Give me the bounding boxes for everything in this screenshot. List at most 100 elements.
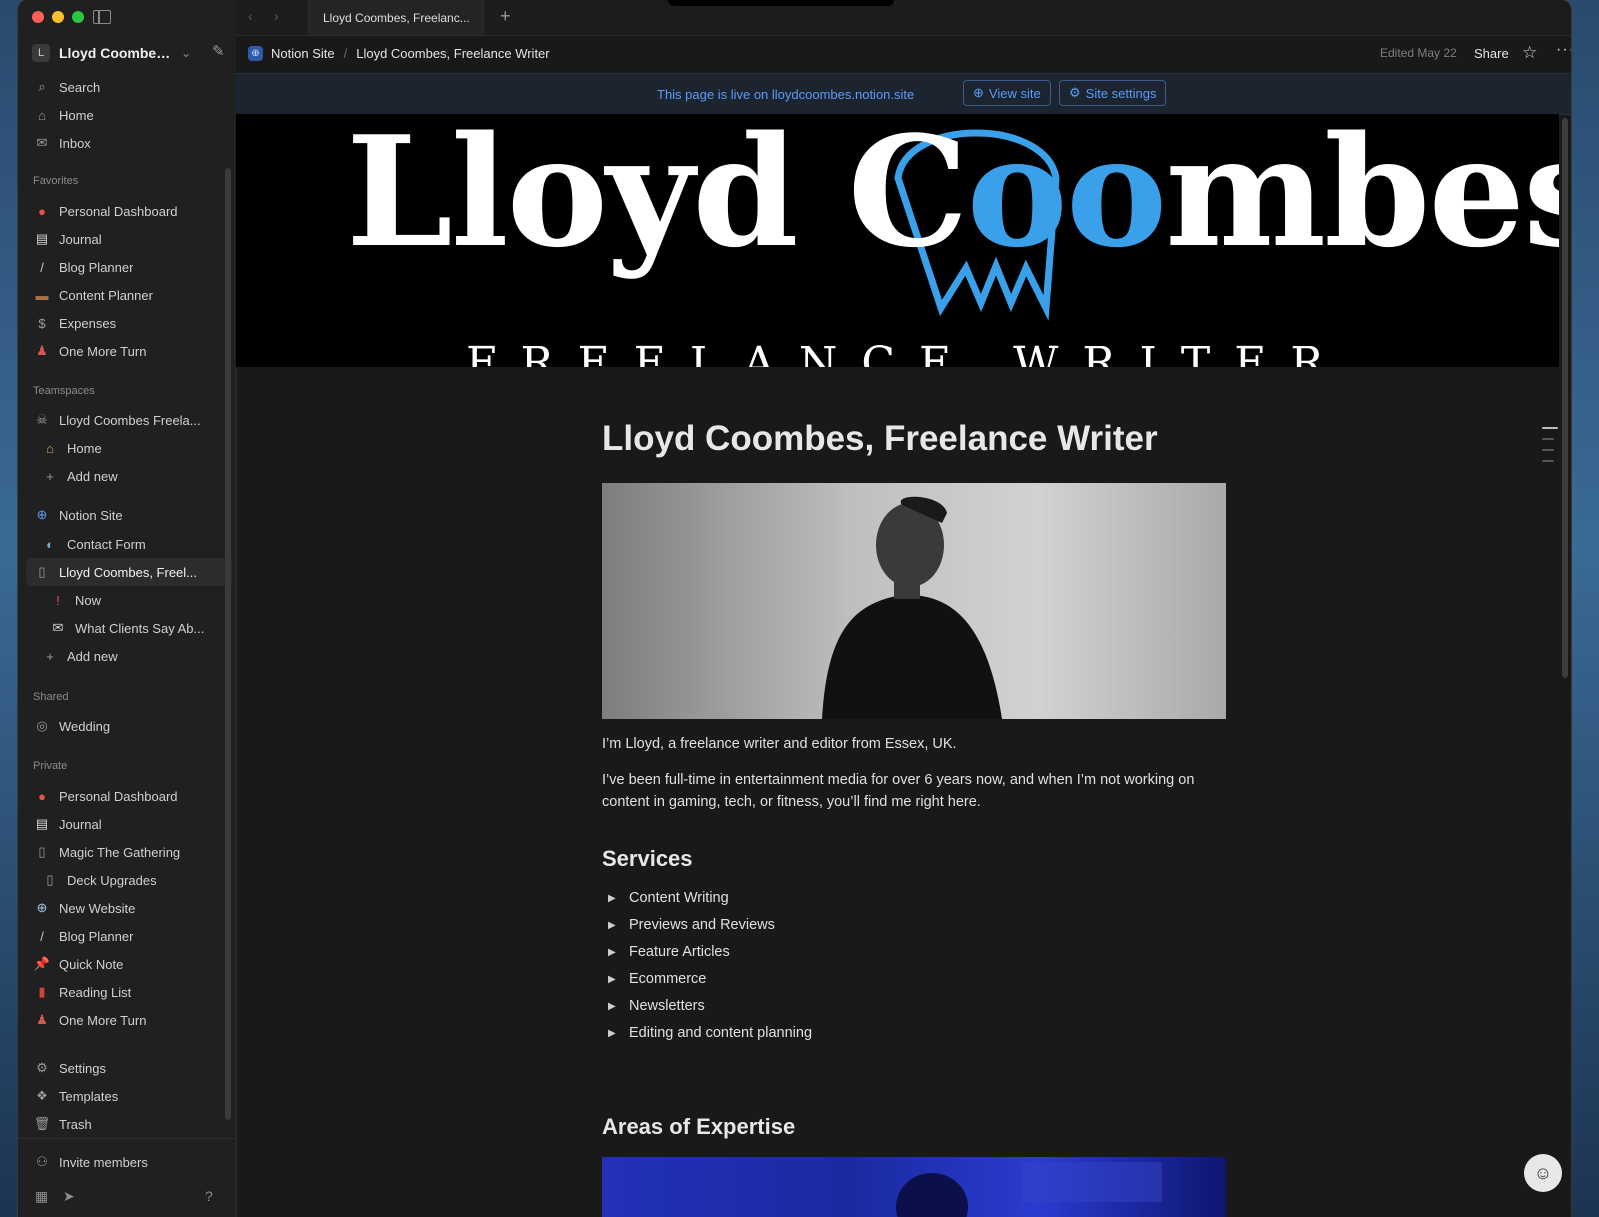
view-site-button[interactable]: ⊕ View site [963, 80, 1051, 106]
expertise-photo[interactable] [602, 1157, 1226, 1217]
sidebar-item-team-home[interactable]: ⌂ Home [40, 434, 236, 462]
intro-paragraph[interactable]: I’m Lloyd, a freelance writer and editor… [602, 733, 1226, 755]
toggle-item[interactable]: ▶ Newsletters [608, 995, 705, 1017]
minimize-window-button[interactable] [52, 11, 64, 23]
sidebar-scrollbar[interactable] [225, 168, 231, 1120]
templates-icon: ❖ [36, 1088, 48, 1103]
ai-assistant-button[interactable]: ☺ [1524, 1154, 1562, 1192]
sidebar-item-label: Inbox [59, 135, 91, 151]
site-settings-button[interactable]: ⚙ Site settings [1059, 80, 1167, 106]
sidebar-item-trash[interactable]: 🗑 Trash [32, 1110, 228, 1138]
send-icon[interactable]: ➤ [63, 1188, 75, 1205]
sidebar-item-label: Deck Upgrades [67, 872, 157, 888]
sidebar-item-contact-form[interactable]: ◐ Contact Form [40, 530, 236, 558]
sidebar-item-label: Reading List [59, 984, 132, 1000]
sidebar-toggle-icon[interactable] [93, 10, 111, 24]
back-arrow-icon[interactable]: ‹ [248, 8, 253, 24]
toggle-item[interactable]: ▶ Editing and content planning [608, 1022, 812, 1044]
sidebar-item-templates[interactable]: ❖ Templates [32, 1082, 228, 1110]
invite-members-button[interactable]: ⚇ Invite members [32, 1148, 228, 1176]
new-page-icon[interactable]: ✎ [212, 44, 228, 60]
toggle-label: Content Writing [629, 890, 729, 906]
sidebar-item-notion-site[interactable]: ⊕ Notion Site [32, 501, 228, 529]
sidebar-item-one-more-turn-private[interactable]: ♟ One More Turn [32, 1006, 228, 1034]
sidebar-item-reading-list[interactable]: ▮ Reading List [32, 978, 228, 1006]
sidebar-item-label: Quick Note [59, 956, 124, 972]
services-heading[interactable]: Services [602, 846, 693, 872]
toggle-item[interactable]: ▶ Ecommerce [608, 968, 706, 990]
table-of-contents-minimap[interactable] [1542, 427, 1558, 471]
toggle-arrow-icon[interactable]: ▶ [608, 974, 618, 985]
sidebar-item-label: Templates [59, 1088, 119, 1104]
toggle-arrow-icon[interactable]: ▶ [608, 947, 618, 958]
sidebar-item-teamspace[interactable]: ☠ Lloyd Coombes Freela... [32, 406, 228, 434]
share-button[interactable]: Share [1474, 46, 1509, 61]
toggle-arrow-icon[interactable]: ▶ [608, 920, 618, 931]
siren-icon: ● [38, 788, 46, 804]
sidebar-item-home[interactable]: ⌂ Home [32, 101, 228, 129]
invite-members-label: Invite members [59, 1154, 148, 1170]
pen-icon: / [40, 259, 44, 275]
sidebar-item-deck-upgrades[interactable]: ▯ Deck Upgrades [40, 866, 236, 894]
sidebar-item-one-more-turn[interactable]: ♟ One More Turn [32, 337, 228, 365]
toggle-item[interactable]: ▶ Content Writing [608, 887, 729, 909]
breadcrumb-page[interactable]: Lloyd Coombes, Freelance Writer [356, 46, 549, 61]
sidebar-item-label: Journal [59, 816, 102, 832]
sidebar-item-label: One More Turn [59, 1012, 147, 1028]
ai-face-icon: ☺ [1533, 1162, 1553, 1183]
sidebar-item-search[interactable]: ⌕ Search [32, 73, 228, 101]
sidebar-item-expenses[interactable]: $ Expenses [32, 309, 228, 337]
toggle-arrow-icon[interactable]: ▶ [608, 1001, 618, 1012]
profile-photo[interactable] [602, 483, 1226, 719]
breadcrumb-site[interactable]: Notion Site [271, 46, 335, 61]
sidebar-item-freelance-writer[interactable]: ▯ Lloyd Coombes, Freel... [26, 558, 232, 586]
calendar-icon: ▤ [35, 816, 49, 831]
gear-icon: ⚙ [1069, 85, 1081, 100]
sidebar-item-content-planner[interactable]: ▬ Content Planner [32, 281, 228, 309]
page-title[interactable]: Lloyd Coombes, Freelance Writer [602, 419, 1158, 459]
content-scrollbar[interactable] [1562, 118, 1568, 678]
sidebar-item-wedding[interactable]: ◎ Wedding [32, 712, 228, 740]
sidebar-item-what-clients-say[interactable]: ✉ What Clients Say Ab... [48, 614, 228, 642]
app-window: L Lloyd Coombes's... ⌄ ✎ ⌕ Search ⌂ Home… [18, 0, 1571, 1217]
sidebar-item-label: Search [59, 79, 101, 95]
sidebar-item-now[interactable]: ! Now [48, 586, 244, 614]
toggle-item[interactable]: ▶ Previews and Reviews [608, 914, 775, 936]
zoom-window-button[interactable] [72, 11, 84, 23]
teamspaces-header: Teamspaces [33, 385, 95, 397]
site-settings-label: Site settings [1085, 85, 1157, 101]
sidebar-item-label: Home [67, 440, 102, 456]
new-tab-icon[interactable]: + [500, 6, 511, 27]
toggle-item[interactable]: ▶ Feature Articles [608, 941, 730, 963]
forward-arrow-icon[interactable]: › [274, 8, 279, 24]
sidebar-item-journal[interactable]: ▤ Journal [32, 225, 228, 253]
more-options-icon[interactable]: ··· [1556, 41, 1571, 59]
sidebar-item-add-new[interactable]: + Add new [40, 462, 236, 490]
sidebar-item-journal-private[interactable]: ▤ Journal [32, 810, 228, 838]
toggle-arrow-icon[interactable]: ▶ [608, 1028, 618, 1039]
ring-icon: ◎ [36, 718, 48, 733]
sidebar-item-personal-dashboard[interactable]: ● Personal Dashboard [32, 197, 228, 225]
tab-current-page[interactable]: Lloyd Coombes, Freelanc... [308, 0, 484, 35]
sidebar-item-magic-the-gathering[interactable]: ▯ Magic The Gathering [32, 838, 228, 866]
star-icon[interactable]: ☆ [1522, 43, 1537, 63]
calendar-app-icon[interactable]: ▦ [35, 1188, 48, 1205]
sidebar-item-label: Personal Dashboard [59, 788, 178, 804]
sidebar-item-blog-planner[interactable]: / Blog Planner [32, 253, 228, 281]
bio-paragraph[interactable]: I’ve been full-time in entertainment med… [602, 769, 1226, 813]
sidebar-item-personal-dashboard-private[interactable]: ● Personal Dashboard [32, 782, 228, 810]
cover-image[interactable]: Lloyd Coombes FREELANCE WRITER [236, 114, 1559, 367]
sidebar-item-new-website[interactable]: ⊕ New Website [32, 894, 228, 922]
expertise-heading[interactable]: Areas of Expertise [602, 1114, 795, 1140]
sidebar-item-label: New Website [59, 900, 136, 916]
help-icon[interactable]: ? [205, 1188, 213, 1204]
workspace-switcher[interactable]: L Lloyd Coombes's... ⌄ ✎ [32, 43, 228, 63]
sidebar-item-settings[interactable]: ⚙ Settings [32, 1054, 228, 1082]
sidebar-item-inbox[interactable]: ✉ Inbox [32, 129, 228, 157]
close-window-button[interactable] [32, 11, 44, 23]
toggle-label: Ecommerce [629, 971, 707, 987]
sidebar-item-add-new-site[interactable]: + Add new [40, 642, 236, 670]
sidebar-item-blog-planner-private[interactable]: / Blog Planner [32, 922, 228, 950]
sidebar-item-quick-note[interactable]: 📌 Quick Note [32, 950, 228, 978]
toggle-arrow-icon[interactable]: ▶ [608, 893, 618, 904]
